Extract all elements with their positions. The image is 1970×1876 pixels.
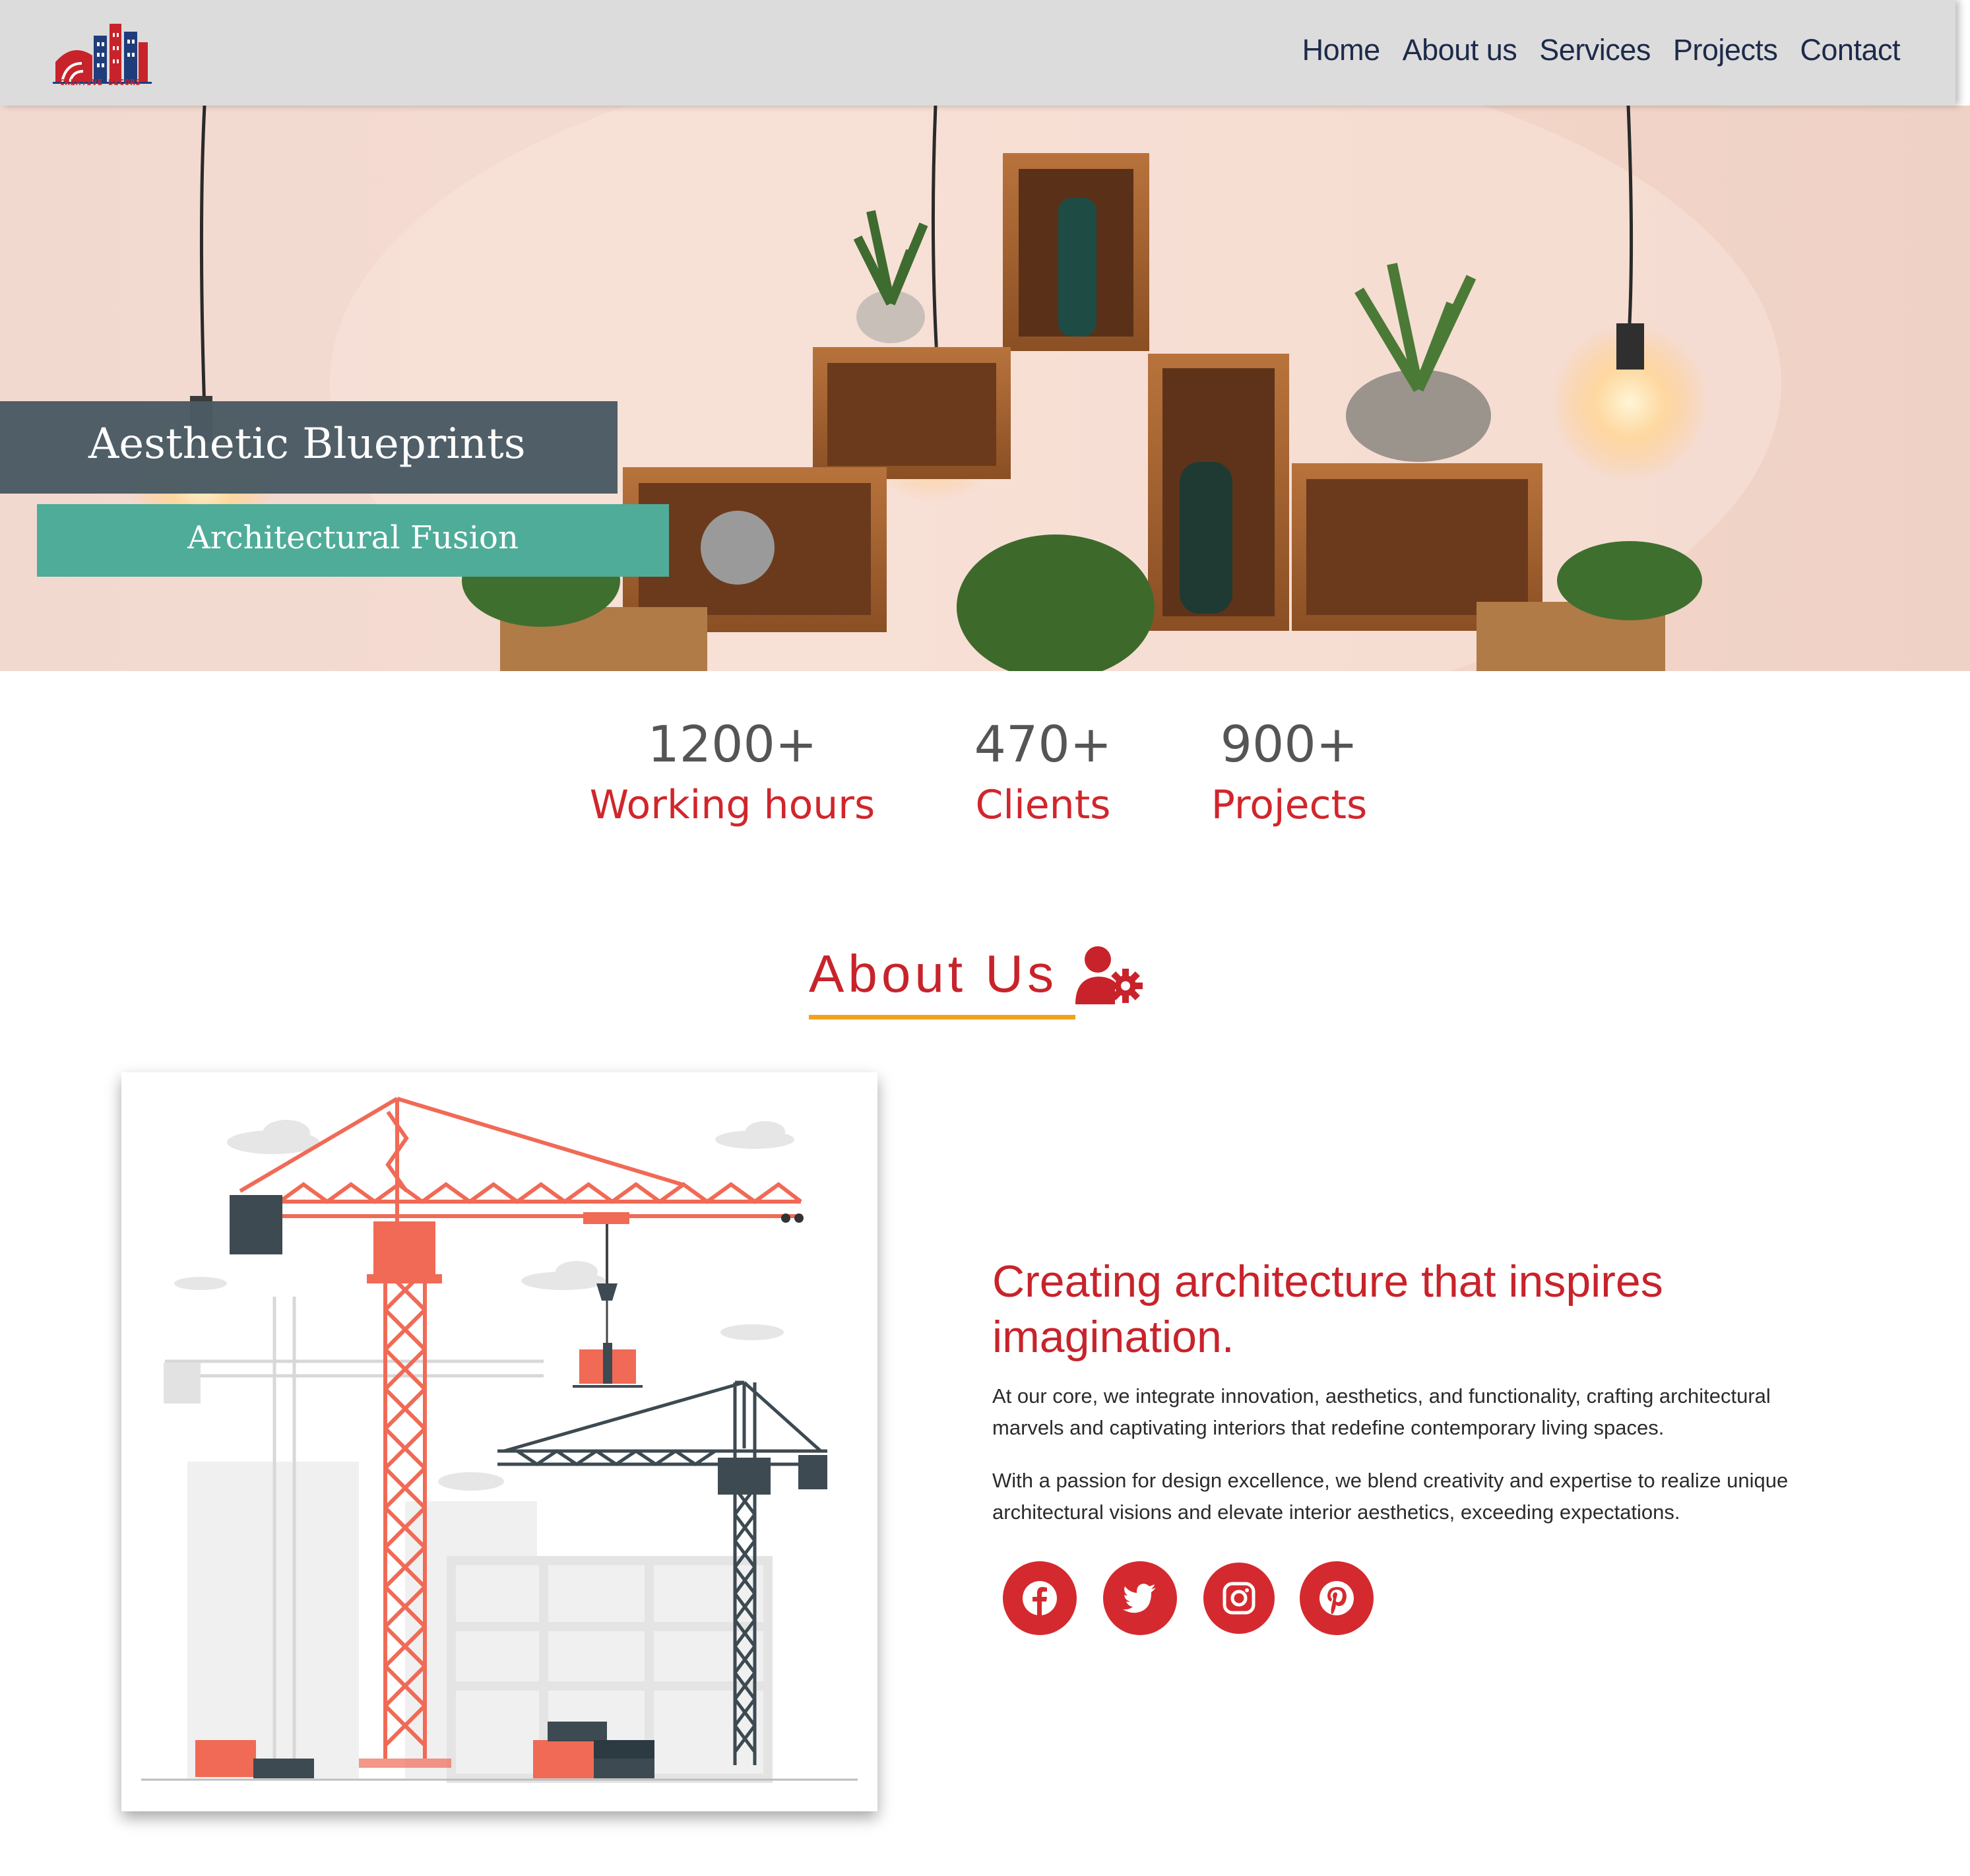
- hero-banner: Aesthetic Blueprints Architectural Fusio…: [0, 106, 1970, 671]
- about-paragraph-1: At our core, we integrate innovation, ae…: [992, 1384, 1771, 1439]
- about-heading-underline: [809, 1015, 1075, 1019]
- stat-label: Clients: [975, 782, 1111, 828]
- navbar: CREATIVE DECORS Home About us Services P…: [0, 0, 1955, 106]
- stat-label: Projects: [1211, 782, 1368, 828]
- stat-projects: 900+ Projects: [1197, 719, 1382, 825]
- hero-background-image: [129, 106, 1781, 671]
- main-nav: Home About us Services Projects Contact: [1302, 33, 1901, 67]
- stat-working-hours: 1200+ Working hours: [581, 719, 884, 825]
- about-tagline: Creating architecture that inspires imag…: [992, 1256, 1663, 1362]
- nav-services-link[interactable]: Services: [1539, 33, 1651, 67]
- about-paragraph-2: With a passion for design excellence, we…: [992, 1469, 1789, 1524]
- stat-value: 900+: [1220, 715, 1358, 773]
- twitter-icon: [1123, 1584, 1156, 1613]
- stat-value: 470+: [974, 715, 1112, 773]
- twitter-button[interactable]: [1103, 1561, 1177, 1635]
- hero-title: Aesthetic Blueprints: [88, 420, 526, 469]
- pinterest-icon: [1319, 1581, 1354, 1615]
- hero-subtitle: Architectural Fusion: [187, 519, 519, 556]
- instagram-button[interactable]: [1203, 1563, 1275, 1634]
- nav-about-link[interactable]: About us: [1403, 33, 1517, 67]
- instagram-icon: [1223, 1582, 1255, 1615]
- nav-projects-link[interactable]: Projects: [1673, 33, 1778, 67]
- about-heading: About Us: [809, 944, 1058, 1003]
- pinterest-button[interactable]: [1300, 1561, 1374, 1635]
- facebook-icon: [1023, 1581, 1057, 1615]
- nav-contact-link[interactable]: Contact: [1800, 33, 1900, 67]
- about-illustration-card: [121, 1072, 877, 1811]
- construction-cranes-illustration: [141, 1097, 858, 1783]
- user-gear-icon: [1075, 946, 1143, 1004]
- stat-label: Working hours: [589, 782, 875, 828]
- stat-clients: 470+ Clients: [959, 719, 1127, 825]
- logo-text: CREATIVE DECORS: [59, 78, 141, 87]
- stat-value: 1200+: [647, 715, 817, 773]
- nav-home-link[interactable]: Home: [1302, 33, 1381, 67]
- facebook-button[interactable]: [1003, 1561, 1077, 1635]
